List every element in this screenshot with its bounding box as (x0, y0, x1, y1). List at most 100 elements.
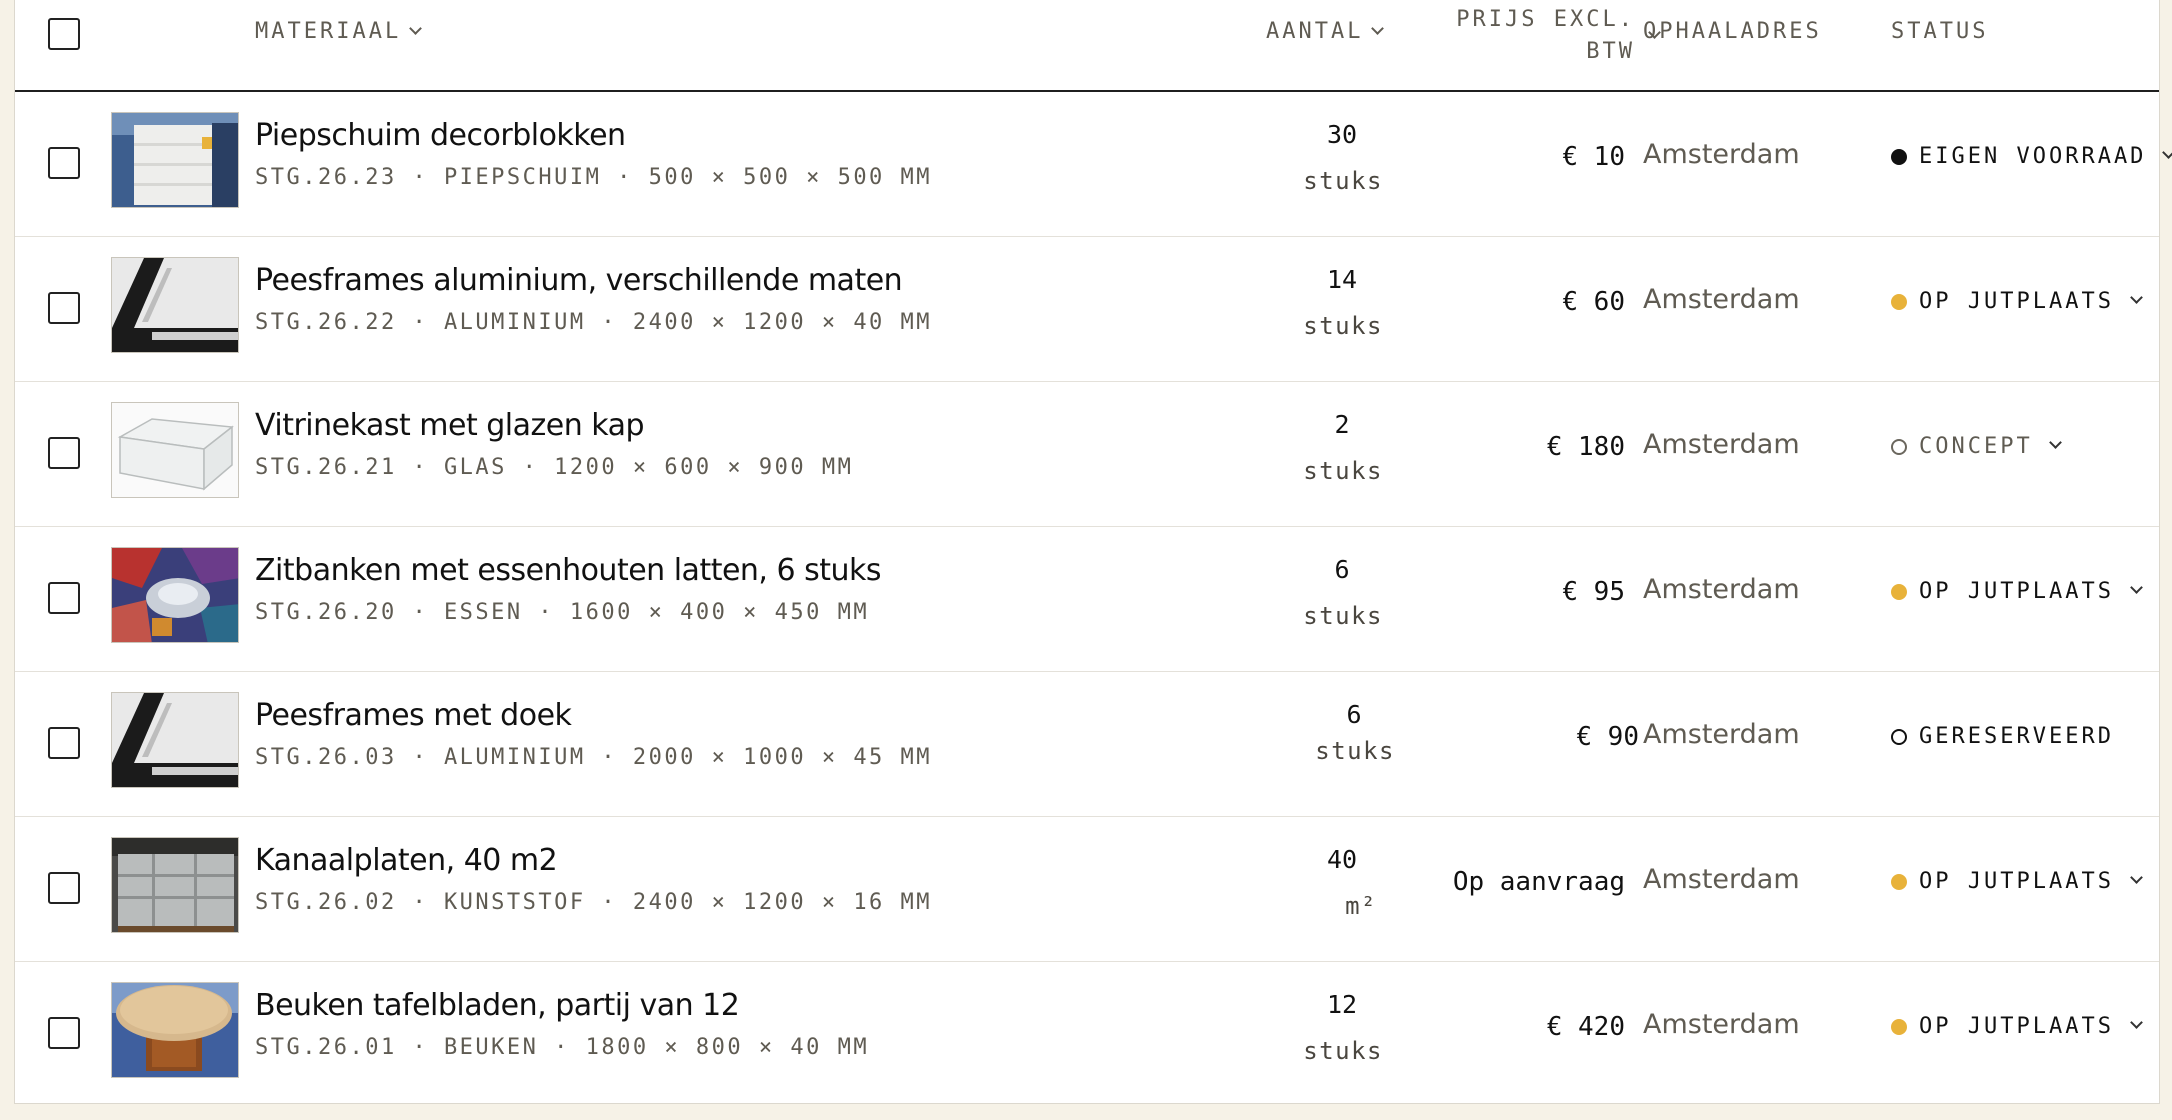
pickup-address: Amsterdam (1643, 574, 1800, 605)
material-meta: STG.26.20 · ESSEN · 1600 × 400 × 450 MM (255, 600, 870, 625)
price: € 60 (1562, 287, 1625, 317)
status-dot-icon (1891, 293, 1907, 310)
pickup-address: Amsterdam (1643, 864, 1800, 895)
chevron-down-icon (2130, 581, 2143, 594)
quantity-unit: stuks (1315, 737, 1395, 765)
material-thumbnail (111, 257, 239, 353)
status-dropdown[interactable]: OP JUTPLAATS (1891, 579, 2143, 604)
table-row[interactable]: Peesframes met doek STG.26.03 · ALUMINIU… (15, 672, 2159, 817)
table-header: MATERIAAL AANTAL PRIJS EXCL. BTW OPHAALA… (15, 0, 2159, 92)
status-dot-icon (1891, 438, 1907, 455)
column-header-quantity-label: AANTAL (1266, 19, 1364, 44)
material-thumbnail (111, 837, 239, 933)
pickup-address: Amsterdam (1643, 719, 1800, 750)
column-header-quantity[interactable]: AANTAL (1266, 19, 1385, 44)
status-dropdown[interactable]: OP JUTPLAATS (1891, 1014, 2143, 1039)
status-dropdown[interactable]: CONCEPT (1891, 434, 2062, 459)
quantity: 30 stuks (1255, 120, 1383, 195)
status-label-static: GERESERVEERD (1891, 724, 2114, 749)
quantity: 6 stuks (1267, 700, 1395, 765)
row-checkbox[interactable] (48, 727, 80, 759)
material-thumbnail (111, 692, 239, 788)
select-all-checkbox[interactable] (48, 18, 80, 50)
chevron-down-icon (1371, 22, 1385, 35)
material-title[interactable]: Peesframes aluminium, verschillende mate… (255, 263, 903, 298)
quantity-value: 6 (1346, 700, 1362, 729)
column-header-price-line2: BTW (1586, 39, 1635, 64)
column-header-address-label: OPHAALADRES (1643, 19, 1822, 44)
material-meta: STG.26.22 · ALUMINIUM · 2400 × 1200 × 40… (255, 310, 933, 335)
quantity-value: 30 (1326, 120, 1358, 149)
row-checkbox[interactable] (48, 872, 80, 904)
column-header-status: STATUS (1891, 19, 1988, 44)
price: € 180 (1546, 432, 1625, 462)
status-dot-icon (1891, 728, 1907, 745)
quantity-unit: stuks (1303, 312, 1383, 340)
material-meta: STG.26.23 · PIEPSCHUIM · 500 × 500 × 500… (255, 165, 933, 190)
status-label: OP JUTPLAATS (1919, 1014, 2114, 1039)
quantity-value: 6 (1334, 555, 1350, 584)
material-meta: STG.26.02 · KUNSTSTOF · 2400 × 1200 × 16… (255, 890, 933, 915)
material-meta: STG.26.03 · ALUMINIUM · 2000 × 1000 × 45… (255, 745, 933, 770)
status-dropdown[interactable]: EIGEN VOORRAAD (1891, 144, 2172, 169)
row-checkbox[interactable] (48, 292, 80, 324)
price: € 420 (1546, 1012, 1625, 1042)
price: € 10 (1562, 142, 1625, 172)
quantity-value: 14 (1326, 265, 1358, 294)
price: Op aanvraag (1452, 867, 1625, 897)
status-label: OP JUTPLAATS (1919, 289, 2114, 314)
status-dot-icon (1891, 1018, 1907, 1035)
table-row[interactable]: Peesframes aluminium, verschillende mate… (15, 237, 2159, 382)
chevron-down-icon (2048, 436, 2062, 449)
status-label: OP JUTPLAATS (1919, 869, 2114, 894)
quantity-unit: stuks (1303, 167, 1383, 195)
status-dropdown[interactable]: OP JUTPLAATS (1891, 289, 2143, 314)
table-row[interactable]: Piepschuim decorblokken STG.26.23 · PIEP… (15, 92, 2172, 237)
quantity-unit: stuks (1303, 457, 1383, 485)
quantity: 40 m² (1255, 845, 1383, 920)
material-title[interactable]: Piepschuim decorblokken (255, 118, 626, 153)
material-title[interactable]: Kanaalplaten, 40 m2 (255, 843, 558, 878)
row-checkbox[interactable] (48, 1017, 80, 1049)
material-meta: STG.26.21 · GLAS · 1200 × 600 × 900 MM (255, 455, 854, 480)
column-header-material-label: MATERIAAL (255, 19, 402, 44)
table-row[interactable]: Beuken tafelbladen, partij van 12 STG.26… (15, 962, 2159, 1107)
material-thumbnail (111, 547, 239, 643)
status-label: EIGEN VOORRAAD (1919, 144, 2147, 169)
column-header-status-label: STATUS (1891, 19, 1989, 44)
row-checkbox[interactable] (48, 437, 80, 469)
status-dot-icon (1891, 148, 1907, 165)
price: € 95 (1562, 577, 1625, 607)
table-row[interactable]: Zitbanken met essenhouten latten, 6 stuk… (15, 527, 2159, 672)
quantity-value: 2 (1334, 410, 1350, 439)
pickup-address: Amsterdam (1643, 284, 1800, 315)
column-header-price[interactable]: PRIJS EXCL. BTW (1435, 4, 1663, 68)
row-checkbox[interactable] (48, 582, 80, 614)
materials-table: MATERIAAL AANTAL PRIJS EXCL. BTW OPHAALA… (14, 0, 2172, 1107)
price: € 90 (1576, 722, 1639, 752)
chevron-down-icon (2130, 291, 2143, 304)
status-dropdown[interactable]: OP JUTPLAATS (1891, 869, 2143, 894)
material-thumbnail (111, 982, 239, 1078)
chevron-down-icon (2130, 1016, 2143, 1029)
pickup-address: Amsterdam (1643, 139, 1800, 170)
material-title[interactable]: Vitrinekast met glazen kap (255, 408, 645, 443)
material-title[interactable]: Zitbanken met essenhouten latten, 6 stuk… (255, 553, 882, 588)
row-checkbox[interactable] (48, 147, 80, 179)
material-title[interactable]: Peesframes met doek (255, 698, 572, 733)
quantity-value: 12 (1326, 990, 1358, 1019)
material-thumbnail (111, 112, 239, 208)
column-header-address: OPHAALADRES (1643, 19, 1822, 44)
table-row[interactable]: Kanaalplaten, 40 m2 STG.26.02 · KUNSTSTO… (15, 817, 2159, 962)
status-label: GERESERVEERD (1919, 724, 2114, 749)
quantity-unit: stuks (1303, 1037, 1383, 1065)
pickup-address: Amsterdam (1643, 1009, 1800, 1040)
table-row[interactable]: Vitrinekast met glazen kap STG.26.21 · G… (15, 382, 2159, 527)
quantity: 14 stuks (1255, 265, 1383, 340)
quantity: 6 stuks (1255, 555, 1383, 630)
quantity-value: 40 (1326, 845, 1358, 874)
material-thumbnail (111, 402, 239, 498)
material-title[interactable]: Beuken tafelbladen, partij van 12 (255, 988, 740, 1023)
column-header-material[interactable]: MATERIAAL (255, 19, 423, 44)
quantity: 12 stuks (1255, 990, 1383, 1065)
